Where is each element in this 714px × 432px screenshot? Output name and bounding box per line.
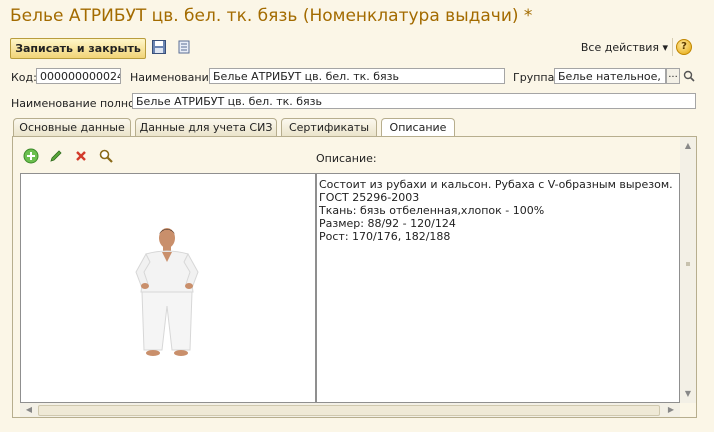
scroll-down-icon[interactable]: ▼ — [681, 387, 695, 401]
window-title: Белье АТРИБУТ цв. бел. тк. бязь (Номенкл… — [10, 6, 533, 26]
add-icon[interactable] — [23, 148, 39, 164]
scroll-thumb[interactable] — [38, 405, 660, 416]
code-label: Код: — [11, 71, 37, 84]
description-text-area[interactable]: Состоит из рубахи и кальсон. Рубаха с V-… — [316, 173, 680, 403]
description-line: Рост: 170/176, 182/188 — [319, 230, 451, 243]
help-button[interactable]: ? — [676, 39, 692, 55]
scroll-grip[interactable] — [686, 262, 690, 266]
all-actions-menu[interactable]: Все действия ▾ — [581, 41, 668, 54]
product-image — [98, 222, 236, 362]
image-pane — [20, 173, 316, 403]
group-pick-button[interactable]: ... — [666, 68, 680, 84]
magnifier-icon[interactable] — [98, 148, 114, 164]
tab-description[interactable]: Описание — [381, 118, 455, 137]
scroll-up-icon[interactable]: ▲ — [681, 139, 695, 153]
name-field[interactable]: Белье АТРИБУТ цв. бел. тк. бязь — [209, 68, 505, 84]
description-line: Размер: 88/92 - 120/124 — [319, 217, 456, 230]
pencil-icon[interactable] — [48, 148, 64, 164]
description-line: Ткань: бязь отбеленная,хлопок - 100% — [319, 204, 545, 217]
horizontal-scrollbar[interactable]: ◀ ▶ — [20, 403, 680, 417]
group-open-icon[interactable] — [682, 68, 696, 84]
code-field[interactable]: 0000000000246 — [36, 68, 121, 84]
list-icon[interactable] — [176, 39, 192, 55]
save-icon[interactable] — [151, 39, 167, 55]
description-label: Описание: — [316, 152, 377, 165]
scroll-right-icon[interactable]: ▶ — [664, 403, 678, 417]
delete-icon[interactable] — [73, 148, 89, 164]
toolbar-divider — [672, 38, 673, 56]
name-label: Наименование: — [130, 71, 220, 84]
vertical-scrollbar[interactable]: ▲ ▼ — [680, 137, 696, 403]
full-name-field[interactable]: Белье АТРИБУТ цв. бел. тк. бязь — [132, 93, 696, 109]
tab-certificates[interactable]: Сертификаты — [281, 118, 377, 136]
scroll-left-icon[interactable]: ◀ — [22, 403, 36, 417]
full-name-label: Наименование полное: — [11, 97, 146, 110]
description-line: Состоит из рубахи и кальсон. Рубаха с V-… — [319, 178, 673, 191]
description-line: ГОСТ 25296-2003 — [319, 191, 420, 204]
save-and-close-button[interactable]: Записать и закрыть — [10, 38, 146, 59]
group-label: Группа: — [513, 71, 559, 84]
tab-main-data[interactable]: Основные данные — [13, 118, 131, 136]
group-field[interactable]: Белье нательное, фу — [554, 68, 666, 84]
tab-siz-data[interactable]: Данные для учета СИЗ — [135, 118, 277, 136]
